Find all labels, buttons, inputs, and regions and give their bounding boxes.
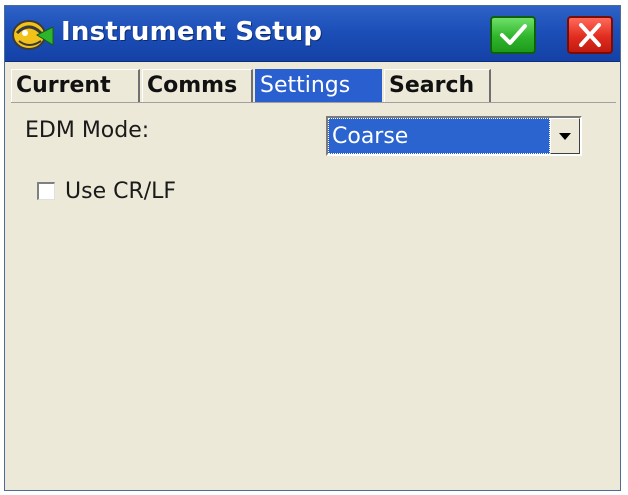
use-crlf-checkbox[interactable] [37,182,55,200]
tab-comms[interactable]: Comms [142,69,253,102]
edm-mode-select[interactable]: Coarse [326,116,582,156]
edm-mode-label: EDM Mode: [25,118,150,143]
edm-mode-value: Coarse [328,118,550,154]
tab-current[interactable]: Current [11,69,140,102]
window-title: Instrument Setup [61,17,323,47]
tab-divider [11,102,616,103]
ok-button[interactable] [490,16,536,54]
close-button[interactable] [567,16,613,54]
dropdown-arrow-button[interactable] [550,118,580,154]
use-crlf-label: Use CR/LF [65,179,177,204]
tab-strip: Current Comms Settings Search [11,69,511,103]
tab-settings[interactable]: Settings [255,69,382,102]
tab-search[interactable]: Search [384,69,491,102]
instrument-setup-window: Instrument Setup Current Comms Settings … [4,5,621,491]
title-bar: Instrument Setup [5,6,620,62]
instrument-icon [11,15,55,53]
